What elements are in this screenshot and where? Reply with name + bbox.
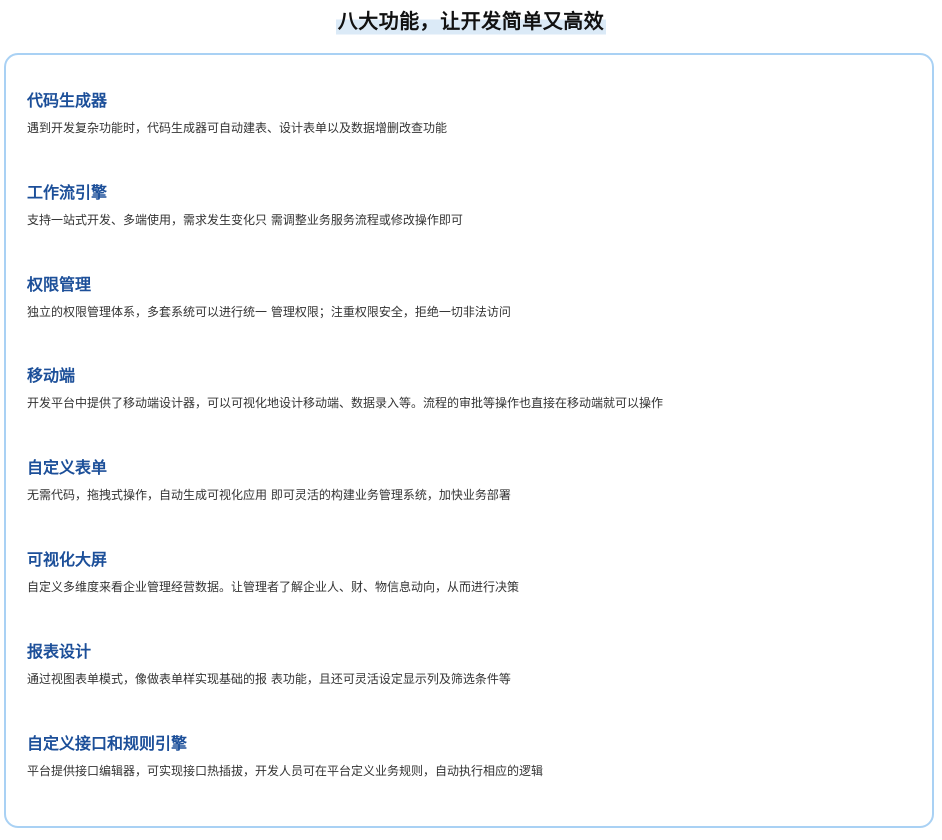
feature-item-permission-management: 权限管理 独立的权限管理体系，多套系统可以进行统一 管理权限；注重权限安全，拒绝… (27, 274, 907, 321)
feature-description: 独立的权限管理体系，多套系统可以进行统一 管理权限；注重权限安全，拒绝一切非法访… (27, 305, 511, 319)
feature-item-code-generator: 代码生成器 遇到开发复杂功能时，代码生成器可自动建表、设计表单以及数据增删改查功… (27, 90, 907, 137)
feature-description: 平台提供接口编辑器，可实现接口热插拔，开发人员可在平台定义业务规则，自动执行相应… (27, 764, 544, 778)
feature-description: 无需代码，拖拽式操作，自动生成可视化应用 即可灵活的构建业务管理系统，加快业务部… (27, 488, 511, 502)
feature-title: 权限管理 (27, 275, 92, 294)
page-title: 八大功能，让开发简单又高效 (335, 6, 607, 36)
feature-title: 移动端 (27, 366, 76, 385)
feature-item-custom-api-rule-engine: 自定义接口和规则引擎 平台提供接口编辑器，可实现接口热插拔，开发人员可在平台定义… (27, 733, 907, 780)
feature-description: 开发平台中提供了移动端设计器，可以可视化地设计移动端、数据录入等。流程的审批等操… (27, 396, 664, 410)
feature-title: 自定义接口和规则引擎 (27, 734, 188, 753)
feature-item-report-design: 报表设计 通过视图表单模式，像做表单样实现基础的报 表功能，且还可灵活设定显示列… (27, 641, 907, 688)
feature-title: 自定义表单 (27, 458, 108, 477)
features-card: 代码生成器 遇到开发复杂功能时，代码生成器可自动建表、设计表单以及数据增删改查功… (4, 53, 934, 828)
feature-description: 通过视图表单模式，像做表单样实现基础的报 表功能，且还可灵活设定显示列及筛选条件… (27, 672, 511, 686)
feature-item-mobile: 移动端 开发平台中提供了移动端设计器，可以可视化地设计移动端、数据录入等。流程的… (27, 365, 907, 412)
feature-item-workflow-engine: 工作流引擎 支持一站式开发、多端使用，需求发生变化只 需调整业务服务流程或修改操… (27, 182, 907, 229)
feature-title: 报表设计 (27, 642, 92, 661)
feature-description: 自定义多维度来看企业管理经营数据。让管理者了解企业人、财、物信息动向，从而进行决… (27, 580, 520, 594)
feature-title: 可视化大屏 (27, 550, 108, 569)
feature-title: 工作流引擎 (27, 183, 108, 202)
feature-item-visual-dashboard: 可视化大屏 自定义多维度来看企业管理经营数据。让管理者了解企业人、财、物信息动向… (27, 549, 907, 596)
feature-description: 遇到开发复杂功能时，代码生成器可自动建表、设计表单以及数据增删改查功能 (27, 121, 448, 135)
feature-title: 代码生成器 (27, 91, 108, 110)
feature-item-custom-form: 自定义表单 无需代码，拖拽式操作，自动生成可视化应用 即可灵活的构建业务管理系统… (27, 457, 907, 504)
page-title-container: 八大功能，让开发简单又高效 (0, 6, 942, 36)
feature-description: 支持一站式开发、多端使用，需求发生变化只 需调整业务服务流程或修改操作即可 (27, 213, 463, 227)
